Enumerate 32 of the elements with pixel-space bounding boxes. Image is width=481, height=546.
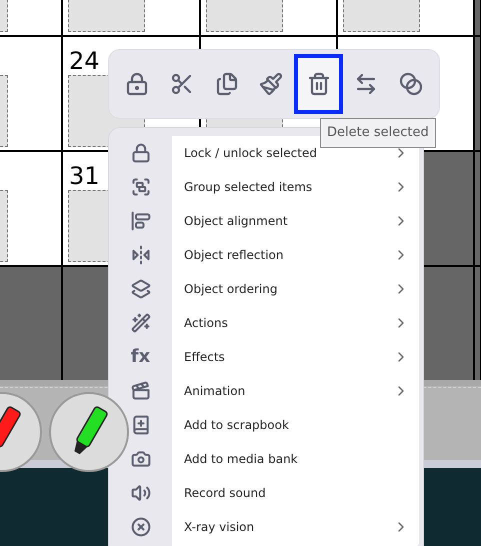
book-plus-icon xyxy=(130,415,150,435)
menu-item[interactable]: Actions xyxy=(172,306,419,340)
toolbar-button[interactable] xyxy=(294,54,344,114)
lock-arrows-icon xyxy=(124,72,149,96)
speaker-icon xyxy=(130,483,150,503)
x-ray-icon xyxy=(130,517,150,537)
menu-item[interactable]: Object ordering xyxy=(172,272,419,306)
copy-icon xyxy=(214,72,239,96)
group-icon xyxy=(130,177,150,197)
day-number: 24 xyxy=(69,49,100,73)
reflection-icon xyxy=(130,245,150,265)
fx-icon: fx xyxy=(130,348,150,366)
brush-icon xyxy=(259,72,284,96)
clapperboard-icon xyxy=(130,381,150,401)
trash-icon xyxy=(306,72,331,96)
menu-item[interactable]: X-ray vision xyxy=(172,510,419,544)
menu-item[interactable]: Object reflection xyxy=(172,238,419,272)
scissors-icon xyxy=(170,72,194,96)
layers-icon xyxy=(130,279,150,299)
overlapping-circles-icon xyxy=(399,72,424,96)
day-number: 31 xyxy=(69,164,100,188)
menu-item[interactable]: Group selected items xyxy=(172,170,419,204)
camera-icon xyxy=(130,449,150,469)
menu-item[interactable]: Animation xyxy=(172,374,419,408)
tooltip: Delete selected xyxy=(320,118,436,148)
menu-item[interactable]: Object alignment xyxy=(172,204,419,238)
menu-item[interactable]: Record sound xyxy=(172,476,419,510)
align-icon xyxy=(130,211,150,231)
lock-icon xyxy=(130,143,150,163)
menu-item[interactable]: Add to media bank xyxy=(172,442,419,476)
menu-item[interactable]: Add to scrapbook xyxy=(172,408,419,442)
wand-icon xyxy=(130,313,150,333)
